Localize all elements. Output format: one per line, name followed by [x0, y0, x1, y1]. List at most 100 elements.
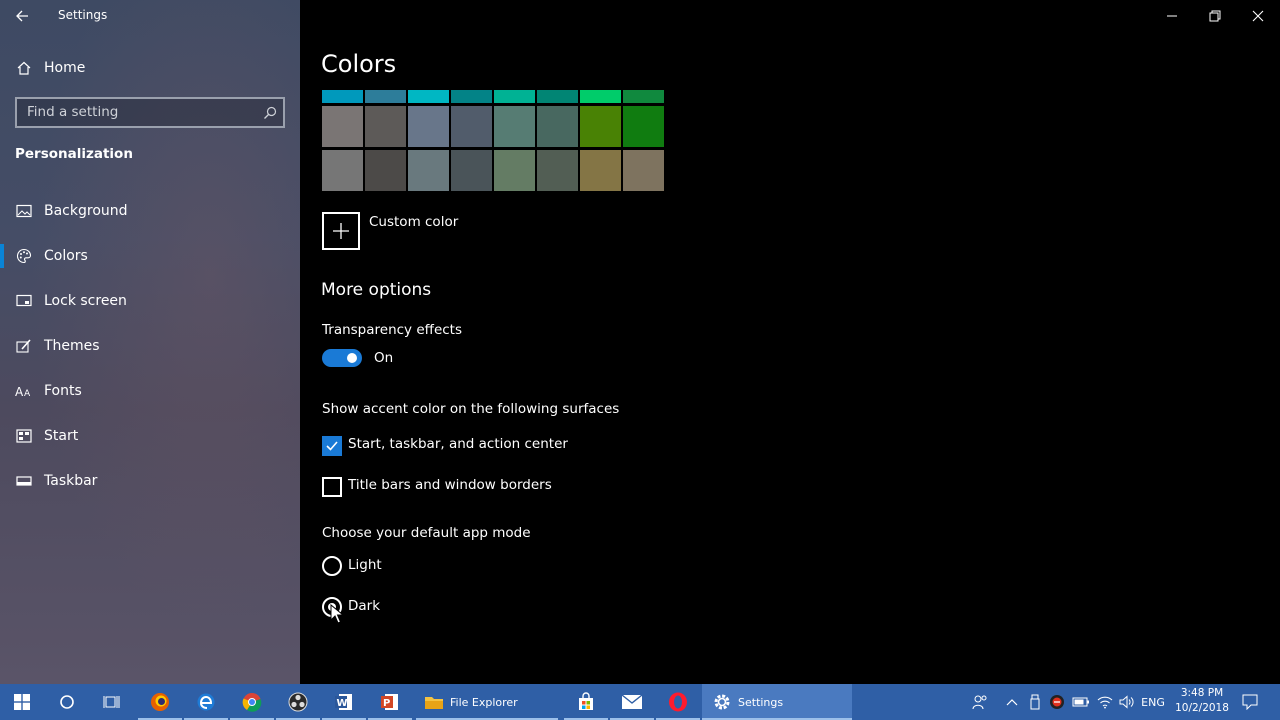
- page-title: Colors: [321, 50, 397, 78]
- battery-button[interactable]: [1070, 684, 1092, 720]
- color-swatch[interactable]: [365, 106, 406, 147]
- firefox-icon: [151, 693, 169, 711]
- start-taskbar-label[interactable]: Start, taskbar, and action center: [348, 436, 568, 452]
- taskbar-mail[interactable]: [610, 684, 654, 720]
- taskbar-file-explorer[interactable]: File Explorer: [416, 684, 558, 720]
- title-bar-left: Settings: [0, 0, 300, 32]
- settings-sidebar: Settings Home Personalization Background…: [0, 0, 300, 684]
- show-hidden-icons-button[interactable]: [1003, 684, 1021, 720]
- taskbar-powerpoint[interactable]: P: [368, 684, 412, 720]
- sidebar-item-home[interactable]: Home: [0, 50, 300, 86]
- color-swatch[interactable]: [365, 90, 406, 103]
- search-icon[interactable]: [263, 105, 277, 119]
- usb-tray-button[interactable]: [1025, 684, 1045, 720]
- start-button[interactable]: [0, 684, 44, 720]
- sidebar-item-label: Fonts: [44, 383, 82, 399]
- cortana-icon: [60, 695, 74, 709]
- task-view-button[interactable]: [90, 684, 134, 720]
- minimize-button[interactable]: [1150, 0, 1194, 32]
- taskbar-edge[interactable]: [184, 684, 228, 720]
- action-center-button[interactable]: [1238, 684, 1262, 720]
- picture-icon: [15, 202, 33, 220]
- transparency-label: Transparency effects: [322, 322, 462, 338]
- color-swatch[interactable]: [365, 150, 406, 191]
- task-view-icon: [103, 696, 120, 708]
- color-swatch[interactable]: [580, 150, 621, 191]
- sidebar-item-themes[interactable]: Themes: [0, 328, 300, 364]
- brush-icon: [15, 337, 33, 355]
- input-language-button[interactable]: ENG: [1138, 684, 1168, 720]
- search-input[interactable]: [25, 103, 259, 121]
- search-box[interactable]: [15, 97, 285, 128]
- cortana-button[interactable]: [45, 684, 89, 720]
- taskbar-word[interactable]: W: [322, 684, 366, 720]
- color-swatch[interactable]: [451, 150, 492, 191]
- sidebar-item-taskbar[interactable]: Taskbar: [0, 463, 300, 499]
- color-swatch[interactable]: [494, 106, 535, 147]
- more-options-heading: More options: [321, 280, 432, 300]
- svg-text:P: P: [383, 698, 390, 709]
- transparency-state: On: [374, 350, 394, 366]
- color-swatch[interactable]: [623, 150, 664, 191]
- close-button[interactable]: [1236, 0, 1280, 32]
- volume-button[interactable]: [1116, 684, 1138, 720]
- network-button[interactable]: [1094, 684, 1116, 720]
- edge-icon: [197, 693, 215, 711]
- minimize-icon: [1167, 15, 1177, 17]
- taskbar-obs[interactable]: [276, 684, 320, 720]
- light-mode-radio[interactable]: [322, 556, 342, 576]
- app-tray-button[interactable]: [1046, 684, 1068, 720]
- custom-color-button[interactable]: [322, 212, 360, 250]
- people-button[interactable]: [968, 684, 992, 720]
- dark-mode-label[interactable]: Dark: [348, 598, 380, 614]
- transparency-toggle[interactable]: [322, 349, 362, 367]
- color-swatch[interactable]: [408, 150, 449, 191]
- color-swatch[interactable]: [451, 90, 492, 103]
- color-swatch[interactable]: [537, 150, 578, 191]
- light-mode-label[interactable]: Light: [348, 557, 382, 573]
- color-swatch[interactable]: [623, 90, 664, 103]
- taskbar-firefox[interactable]: [138, 684, 182, 720]
- font-icon: AA: [15, 382, 33, 400]
- color-swatch[interactable]: [322, 150, 363, 191]
- start-taskbar-checkbox[interactable]: [322, 436, 342, 456]
- color-swatch[interactable]: [494, 90, 535, 103]
- sidebar-item-lock-screen[interactable]: Lock screen: [0, 283, 300, 319]
- color-swatch[interactable]: [580, 106, 621, 147]
- sidebar-item-label: Themes: [44, 338, 100, 354]
- sidebar-item-fonts[interactable]: AA Fonts: [0, 373, 300, 409]
- custom-color-label[interactable]: Custom color: [369, 214, 458, 230]
- taskbar-store[interactable]: [564, 684, 608, 720]
- color-swatch[interactable]: [623, 106, 664, 147]
- back-button[interactable]: [12, 5, 34, 27]
- color-swatch[interactable]: [537, 90, 578, 103]
- color-swatch[interactable]: [322, 106, 363, 147]
- color-swatch[interactable]: [408, 106, 449, 147]
- taskbar-settings[interactable]: Settings: [702, 684, 852, 720]
- start-menu-icon: [15, 427, 33, 445]
- folder-icon: [425, 697, 443, 709]
- color-swatch[interactable]: [451, 106, 492, 147]
- taskbar-chrome[interactable]: [230, 684, 274, 720]
- powerpoint-icon: P: [381, 694, 398, 710]
- mouse-cursor-icon: [330, 604, 344, 624]
- color-swatch[interactable]: [322, 90, 363, 103]
- clock[interactable]: 3:48 PM 10/2/2018: [1172, 686, 1232, 716]
- title-bars-label[interactable]: Title bars and window borders: [348, 477, 552, 493]
- color-swatch[interactable]: [408, 90, 449, 103]
- sidebar-item-background[interactable]: Background: [0, 193, 300, 229]
- sidebar-item-start[interactable]: Start: [0, 418, 300, 454]
- color-swatch[interactable]: [537, 106, 578, 147]
- sidebar-item-colors[interactable]: Colors: [0, 238, 300, 274]
- color-swatch[interactable]: [494, 150, 535, 191]
- color-swatch[interactable]: [580, 90, 621, 103]
- wifi-icon: [1097, 696, 1113, 709]
- battery-icon: [1072, 697, 1089, 707]
- taskbar-opera[interactable]: [656, 684, 700, 720]
- sidebar-item-label: Taskbar: [44, 473, 98, 489]
- restore-button[interactable]: [1193, 0, 1237, 32]
- chevron-up-icon: [1006, 699, 1018, 706]
- opera-icon: [669, 692, 687, 712]
- people-icon: [972, 695, 987, 710]
- title-bars-checkbox[interactable]: [322, 477, 342, 497]
